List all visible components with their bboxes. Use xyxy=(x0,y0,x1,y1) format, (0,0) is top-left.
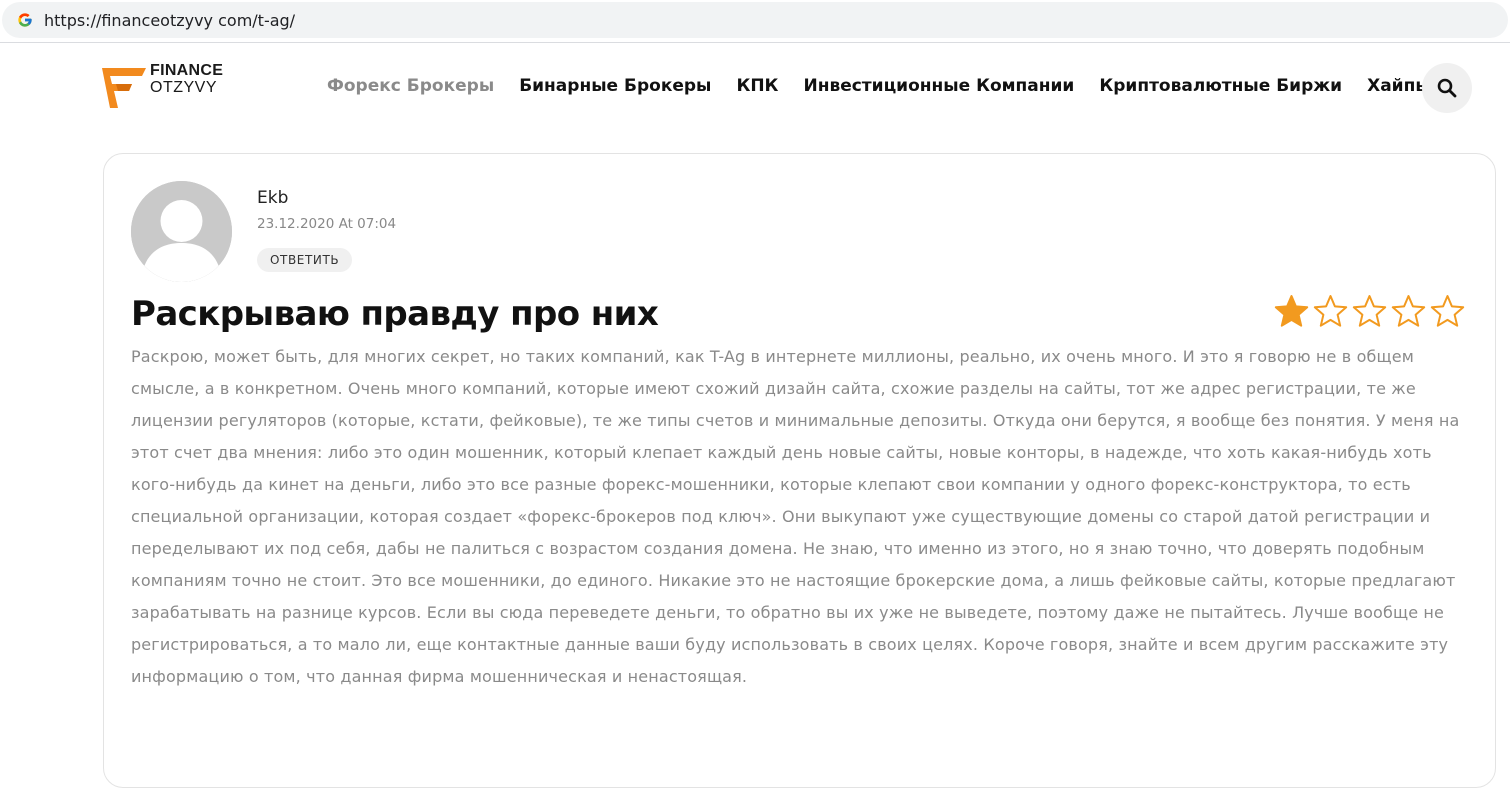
review-text: Раскрою, может быть, для многих секрет, … xyxy=(131,347,1460,686)
nav-item-forex-brokers[interactable]: Форекс Брокеры xyxy=(327,76,494,96)
star-empty-icon xyxy=(1430,294,1465,329)
avatar xyxy=(131,181,232,282)
logo-mark-icon xyxy=(102,68,146,108)
site-logo[interactable]: FINANCE OTZYVY xyxy=(102,62,242,110)
search-icon xyxy=(1437,78,1457,98)
address-bar[interactable]: https://financeotzyvy com/t-ag/ xyxy=(2,2,1508,38)
logo-line1: FINANCE xyxy=(150,62,224,79)
nav-item-binary-brokers[interactable]: Бинарные Брокеры xyxy=(519,76,711,96)
star-filled-icon xyxy=(1274,294,1309,329)
url-text[interactable]: https://financeotzyvy com/t-ag/ xyxy=(44,11,295,30)
nav-item-crypto-exchanges[interactable]: Криптовалютные Биржи xyxy=(1099,76,1342,96)
nav-item-kpk[interactable]: КПК xyxy=(736,76,778,96)
google-g-icon xyxy=(16,11,34,29)
logo-line2: OTZYVY xyxy=(150,79,218,96)
review-title: Раскрываю правду про них xyxy=(131,294,659,334)
reply-button[interactable]: ОТВЕТИТЬ xyxy=(257,248,353,272)
star-empty-icon xyxy=(1313,294,1348,329)
review-date: 23.12.2020 At 07:04 xyxy=(257,216,397,232)
nav-item-investment-companies[interactable]: Инвестиционные Компании xyxy=(803,76,1074,96)
main-nav: Форекс Брокеры Бинарные Брокеры КПК Инве… xyxy=(327,76,1456,96)
star-rating xyxy=(1274,294,1465,329)
review-author: Ekb xyxy=(257,188,289,208)
review-card: Ekb 23.12.2020 At 07:04 ОТВЕТИТЬ Раскрыв… xyxy=(103,153,1496,788)
toolbar-divider xyxy=(0,42,1510,43)
search-button[interactable] xyxy=(1422,63,1472,113)
star-empty-icon xyxy=(1352,294,1387,329)
user-placeholder-icon xyxy=(131,181,232,282)
star-empty-icon xyxy=(1391,294,1426,329)
